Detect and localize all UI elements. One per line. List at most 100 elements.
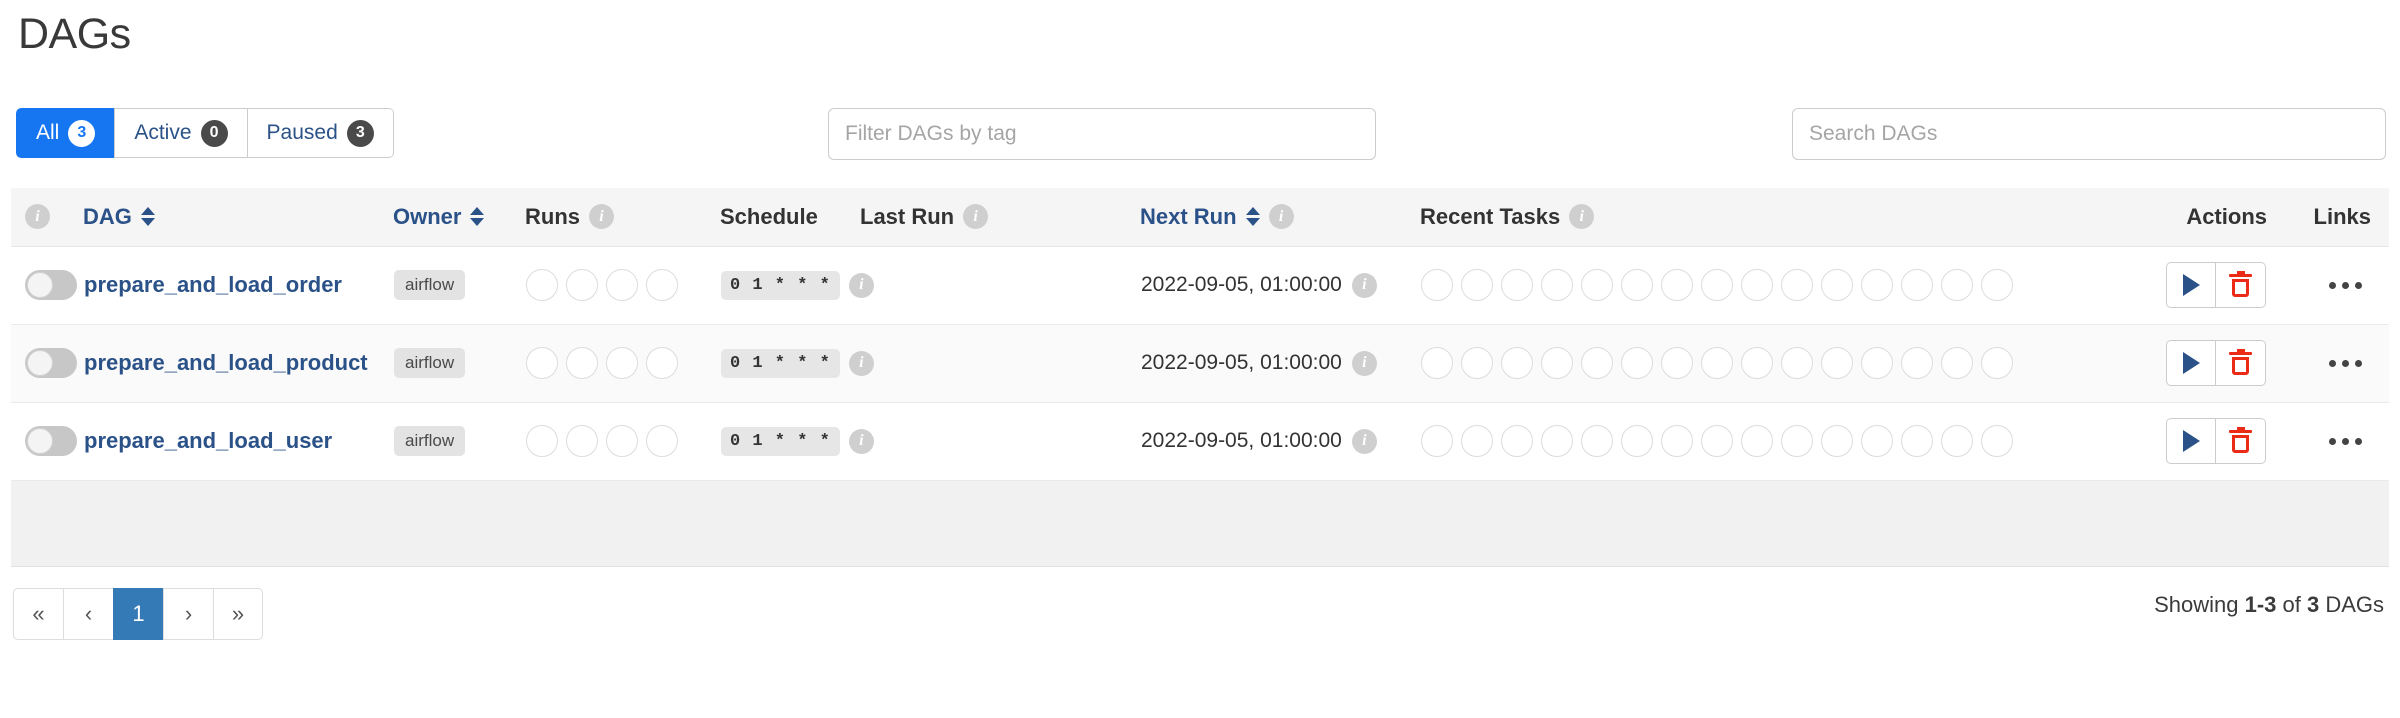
status-circle[interactable] — [1741, 425, 1773, 457]
header-next-run[interactable]: Next Run i — [1140, 188, 1420, 246]
sort-icon[interactable] — [470, 207, 484, 226]
status-circle[interactable] — [1901, 269, 1933, 301]
status-circle[interactable] — [1781, 269, 1813, 301]
owner-badge[interactable]: airflow — [394, 348, 465, 378]
trigger-dag-button[interactable] — [2166, 340, 2216, 386]
status-circle[interactable] — [1701, 269, 1733, 301]
status-circle[interactable] — [1781, 347, 1813, 379]
trigger-dag-button[interactable] — [2166, 418, 2216, 464]
status-circle[interactable] — [1581, 347, 1613, 379]
delete-dag-button[interactable] — [2216, 262, 2266, 308]
info-icon[interactable]: i — [1352, 273, 1377, 298]
status-circle[interactable] — [1861, 347, 1893, 379]
dag-pause-toggle[interactable] — [25, 348, 77, 378]
status-circle[interactable] — [1901, 425, 1933, 457]
status-circle[interactable] — [1621, 425, 1653, 457]
status-circle[interactable] — [646, 347, 678, 379]
links-menu-button[interactable] — [2329, 438, 2362, 445]
info-icon[interactable]: i — [963, 204, 988, 229]
status-circle[interactable] — [646, 269, 678, 301]
status-circle[interactable] — [1821, 269, 1853, 301]
info-icon[interactable]: i — [849, 429, 874, 454]
tag-filter-input[interactable] — [828, 108, 1376, 160]
filter-button-paused[interactable]: Paused 3 — [247, 108, 394, 158]
status-circle[interactable] — [1741, 347, 1773, 379]
links-menu-button[interactable] — [2329, 282, 2362, 289]
info-icon[interactable]: i — [849, 273, 874, 298]
status-circle[interactable] — [1941, 347, 1973, 379]
status-circle[interactable] — [1941, 425, 1973, 457]
status-circle[interactable] — [1821, 425, 1853, 457]
info-icon[interactable]: i — [1352, 429, 1377, 454]
status-circle[interactable] — [1861, 425, 1893, 457]
status-circle[interactable] — [1941, 269, 1973, 301]
status-circle[interactable] — [1701, 347, 1733, 379]
status-circle[interactable] — [526, 347, 558, 379]
status-circle[interactable] — [1581, 425, 1613, 457]
status-circle[interactable] — [1501, 269, 1533, 301]
info-icon[interactable]: i — [589, 204, 614, 229]
status-circle[interactable] — [1821, 347, 1853, 379]
status-circle[interactable] — [1661, 347, 1693, 379]
info-icon[interactable]: i — [25, 204, 50, 229]
info-icon[interactable]: i — [1352, 351, 1377, 376]
status-circle[interactable] — [1661, 269, 1693, 301]
info-icon[interactable]: i — [1269, 204, 1294, 229]
status-circle[interactable] — [1421, 425, 1453, 457]
status-circle[interactable] — [1421, 347, 1453, 379]
status-circle[interactable] — [1421, 269, 1453, 301]
owner-badge[interactable]: airflow — [394, 270, 465, 300]
search-input[interactable] — [1792, 108, 2386, 160]
filter-button-active[interactable]: Active 0 — [114, 108, 246, 158]
links-menu-button[interactable] — [2329, 360, 2362, 367]
sort-icon[interactable] — [141, 207, 155, 226]
delete-dag-button[interactable] — [2216, 418, 2266, 464]
sort-icon[interactable] — [1246, 207, 1260, 226]
pagination-first[interactable]: « — [13, 588, 63, 640]
status-circle[interactable] — [1981, 269, 2013, 301]
status-circle[interactable] — [606, 425, 638, 457]
status-circle[interactable] — [1461, 425, 1493, 457]
status-circle[interactable] — [1661, 425, 1693, 457]
status-circle[interactable] — [1981, 425, 2013, 457]
header-dag[interactable]: DAG — [83, 188, 393, 246]
trigger-dag-button[interactable] — [2166, 262, 2216, 308]
status-circle[interactable] — [1621, 269, 1653, 301]
status-circle[interactable] — [1501, 425, 1533, 457]
status-circle[interactable] — [1541, 425, 1573, 457]
status-circle[interactable] — [1581, 269, 1613, 301]
dag-link[interactable]: prepare_and_load_user — [84, 428, 332, 453]
status-circle[interactable] — [1701, 425, 1733, 457]
status-circle[interactable] — [1541, 269, 1573, 301]
pagination-prev[interactable]: ‹ — [63, 588, 113, 640]
pagination-next[interactable]: › — [163, 588, 213, 640]
status-circle[interactable] — [1981, 347, 2013, 379]
status-circle[interactable] — [646, 425, 678, 457]
dag-link[interactable]: prepare_and_load_order — [84, 272, 342, 297]
status-circle[interactable] — [1541, 347, 1573, 379]
info-icon[interactable]: i — [1569, 204, 1594, 229]
info-icon[interactable]: i — [849, 351, 874, 376]
status-circle[interactable] — [1861, 269, 1893, 301]
pagination-page-1[interactable]: 1 — [113, 588, 163, 640]
pagination-last[interactable]: » — [213, 588, 263, 640]
status-circle[interactable] — [526, 425, 558, 457]
status-circle[interactable] — [526, 269, 558, 301]
status-circle[interactable] — [606, 347, 638, 379]
status-circle[interactable] — [566, 347, 598, 379]
status-circle[interactable] — [566, 269, 598, 301]
status-circle[interactable] — [606, 269, 638, 301]
status-circle[interactable] — [1901, 347, 1933, 379]
status-circle[interactable] — [566, 425, 598, 457]
dag-link[interactable]: prepare_and_load_product — [84, 350, 368, 375]
delete-dag-button[interactable] — [2216, 340, 2266, 386]
status-circle[interactable] — [1621, 347, 1653, 379]
header-owner[interactable]: Owner — [393, 188, 525, 246]
status-circle[interactable] — [1461, 347, 1493, 379]
filter-button-all[interactable]: All 3 — [16, 108, 114, 158]
status-circle[interactable] — [1741, 269, 1773, 301]
dag-pause-toggle[interactable] — [25, 426, 77, 456]
owner-badge[interactable]: airflow — [394, 426, 465, 456]
dag-pause-toggle[interactable] — [25, 270, 77, 300]
status-circle[interactable] — [1461, 269, 1493, 301]
